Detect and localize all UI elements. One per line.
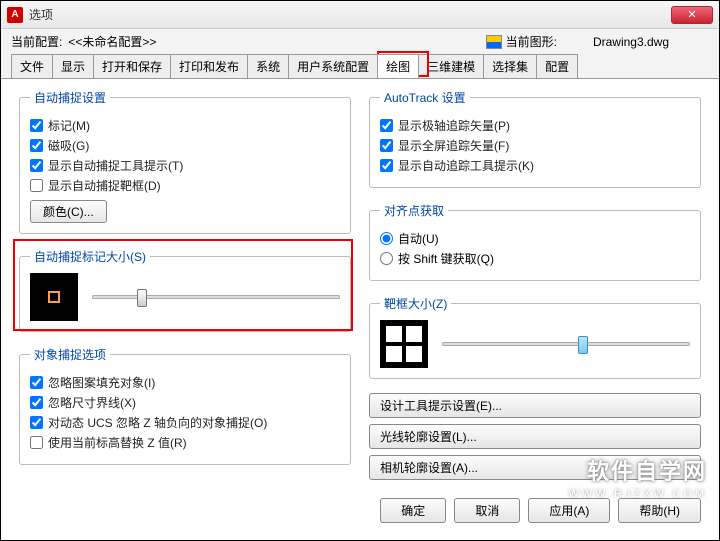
autosnap-legend: 自动捕捉设置 xyxy=(30,89,110,106)
marker-size-group: 自动捕捉标记大小(S) xyxy=(19,248,351,332)
tab-open-save[interactable]: 打开和保存 xyxy=(93,54,171,78)
aperture-box-label: 显示自动捕捉靶框(D) xyxy=(48,177,161,194)
aperture-preview xyxy=(380,320,428,368)
ignore-hatch-checkbox[interactable] xyxy=(30,376,43,389)
title-bar: A 选项 ✕ xyxy=(1,1,719,29)
ignore-negz-label: 对动态 UCS 忽略 Z 轴负向的对象捕捉(O) xyxy=(48,414,267,431)
aperture-size-slider[interactable] xyxy=(442,342,690,346)
ignore-dimext-label: 忽略尺寸界线(X) xyxy=(48,394,136,411)
magnet-checkbox[interactable] xyxy=(30,139,43,152)
tab-3d[interactable]: 三维建模 xyxy=(418,54,484,78)
colors-button[interactable]: 颜色(C)... xyxy=(30,200,107,223)
autotrack-group: AutoTrack 设置 显示极轴追踪矢量(P) 显示全屏追踪矢量(F) 显示自… xyxy=(369,89,701,188)
polar-vector-label: 显示极轴追踪矢量(P) xyxy=(398,117,510,134)
drawing-icon xyxy=(486,35,502,49)
snap-tooltip-checkbox[interactable] xyxy=(30,159,43,172)
snap-tooltip-label: 显示自动捕捉工具提示(T) xyxy=(48,157,183,174)
camera-glyph-button[interactable]: 相机轮廓设置(A)... xyxy=(369,455,701,480)
tab-user-pref[interactable]: 用户系统配置 xyxy=(288,54,378,78)
aperture-preview-grid xyxy=(386,326,422,362)
fullscreen-vector-checkbox[interactable] xyxy=(380,139,393,152)
close-button[interactable]: ✕ xyxy=(671,6,713,24)
tab-plot[interactable]: 打印和发布 xyxy=(170,54,248,78)
align-shift-radio[interactable] xyxy=(380,252,393,265)
fullscreen-vector-label: 显示全屏追踪矢量(F) xyxy=(398,137,509,154)
align-shift-label: 按 Shift 键获取(Q) xyxy=(398,250,494,267)
ignore-dimext-checkbox[interactable] xyxy=(30,396,43,409)
extra-buttons: 设计工具提示设置(E)... 光线轮廓设置(L)... 相机轮廓设置(A)... xyxy=(369,393,701,486)
ignore-hatch-label: 忽略图案填充对象(I) xyxy=(48,374,155,391)
marker-label: 标记(M) xyxy=(48,117,90,134)
tab-system[interactable]: 系统 xyxy=(247,54,289,78)
content-area: 自动捕捉设置 标记(M) 磁吸(G) 显示自动捕捉工具提示(T) 显示自动捕捉靶… xyxy=(1,79,719,490)
bottom-bar: 确定 取消 应用(A) 帮助(H) xyxy=(1,490,719,537)
aperture-size-group: 靶框大小(Z) xyxy=(369,295,701,379)
drawing-value: Drawing3.dwg xyxy=(593,35,669,49)
tab-display[interactable]: 显示 xyxy=(52,54,94,78)
align-auto-radio[interactable] xyxy=(380,232,393,245)
marker-checkbox[interactable] xyxy=(30,119,43,132)
tab-profiles[interactable]: 配置 xyxy=(536,54,578,78)
track-tooltip-checkbox[interactable] xyxy=(380,159,393,172)
marker-preview xyxy=(30,273,78,321)
alignment-group: 对齐点获取 自动(U) 按 Shift 键获取(Q) xyxy=(369,202,701,281)
align-auto-label: 自动(U) xyxy=(398,230,439,247)
track-tooltip-label: 显示自动追踪工具提示(K) xyxy=(398,157,534,174)
polar-vector-checkbox[interactable] xyxy=(380,119,393,132)
replace-z-label: 使用当前标高替换 Z 值(R) xyxy=(48,434,187,451)
header-row: 当前配置: <<未命名配置>> 当前图形: Drawing3.dwg xyxy=(1,29,719,54)
design-tooltip-button[interactable]: 设计工具提示设置(E)... xyxy=(369,393,701,418)
app-icon: A xyxy=(7,7,23,23)
marker-size-legend: 自动捕捉标记大小(S) xyxy=(30,248,150,265)
tab-drafting[interactable]: 绘图 xyxy=(377,54,419,78)
magnet-label: 磁吸(G) xyxy=(48,137,89,154)
right-column: AutoTrack 设置 显示极轴追踪矢量(P) 显示全屏追踪矢量(F) 显示自… xyxy=(369,89,701,486)
aperture-box-checkbox[interactable] xyxy=(30,179,43,192)
marker-preview-square xyxy=(48,291,60,303)
osnap-legend: 对象捕捉选项 xyxy=(30,346,110,363)
aperture-size-thumb[interactable] xyxy=(578,336,588,354)
alignment-legend: 对齐点获取 xyxy=(380,202,448,219)
autosnap-group: 自动捕捉设置 标记(M) 磁吸(G) 显示自动捕捉工具提示(T) 显示自动捕捉靶… xyxy=(19,89,351,234)
apply-button[interactable]: 应用(A) xyxy=(528,498,610,523)
cancel-button[interactable]: 取消 xyxy=(454,498,520,523)
drawing-label: 当前图形: xyxy=(506,33,557,50)
autotrack-legend: AutoTrack 设置 xyxy=(380,89,470,106)
ok-button[interactable]: 确定 xyxy=(380,498,446,523)
tab-selection[interactable]: 选择集 xyxy=(483,54,537,78)
tab-files[interactable]: 文件 xyxy=(11,54,53,78)
help-button[interactable]: 帮助(H) xyxy=(618,498,701,523)
replace-z-checkbox[interactable] xyxy=(30,436,43,449)
light-glyph-button[interactable]: 光线轮廓设置(L)... xyxy=(369,424,701,449)
ignore-negz-checkbox[interactable] xyxy=(30,416,43,429)
osnap-options-group: 对象捕捉选项 忽略图案填充对象(I) 忽略尺寸界线(X) 对动态 UCS 忽略 … xyxy=(19,346,351,465)
profile-label: 当前配置: xyxy=(11,33,62,50)
marker-size-thumb[interactable] xyxy=(137,289,147,307)
marker-size-slider[interactable] xyxy=(92,295,340,299)
tab-strip: 文件 显示 打开和保存 打印和发布 系统 用户系统配置 绘图 三维建模 选择集 … xyxy=(1,54,719,79)
aperture-size-legend: 靶框大小(Z) xyxy=(380,295,451,312)
profile-value: <<未命名配置>> xyxy=(68,33,156,50)
left-column: 自动捕捉设置 标记(M) 磁吸(G) 显示自动捕捉工具提示(T) 显示自动捕捉靶… xyxy=(19,89,351,486)
window-title: 选项 xyxy=(29,6,53,23)
